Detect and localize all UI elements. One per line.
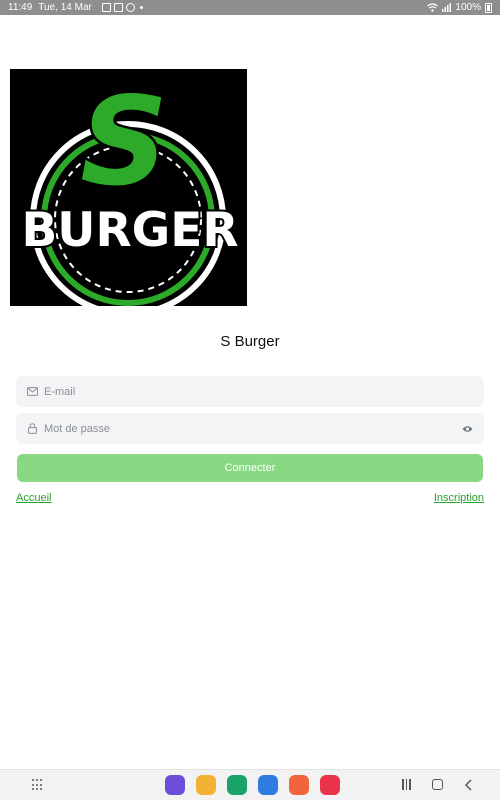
- lock-icon: [26, 423, 38, 435]
- password-field[interactable]: [16, 413, 484, 444]
- page-title: S Burger: [220, 333, 280, 350]
- camera-app-icon[interactable]: [320, 775, 340, 795]
- password-input[interactable]: [44, 422, 460, 435]
- status-date: Tue, 14 Mar: [38, 2, 92, 13]
- connect-button[interactable]: Connecter: [17, 454, 483, 482]
- notification-dot-icon: [139, 6, 143, 9]
- home-link[interactable]: Accueil: [16, 492, 51, 504]
- home-button-icon[interactable]: [432, 779, 443, 790]
- app-dock: [165, 775, 340, 795]
- messages-app-icon[interactable]: [258, 775, 278, 795]
- back-icon[interactable]: [463, 779, 475, 791]
- signal-icon: [442, 3, 452, 12]
- logo-letter: S: [80, 71, 168, 213]
- files-app-icon[interactable]: [196, 775, 216, 795]
- battery-icon: [485, 2, 492, 13]
- email-field[interactable]: [16, 376, 484, 407]
- contacts-app-icon[interactable]: [289, 775, 309, 795]
- status-bar: 11:49 Tue, 14 Mar 100%: [0, 0, 500, 15]
- app-logo: S BURGER: [10, 69, 247, 306]
- phone-app-icon[interactable]: [227, 775, 247, 795]
- email-input[interactable]: [44, 385, 474, 398]
- mail-icon: [26, 386, 38, 398]
- recents-icon[interactable]: [402, 779, 411, 790]
- status-time: 11:49: [8, 2, 33, 13]
- eye-icon[interactable]: [460, 422, 474, 436]
- gallery-icon: [101, 3, 111, 12]
- navigation-bar: [0, 769, 500, 800]
- sync-icon: [125, 3, 135, 12]
- internet-app-icon[interactable]: [165, 775, 185, 795]
- nfc-icon: [113, 3, 123, 12]
- wifi-icon: [427, 3, 439, 12]
- signup-link[interactable]: Inscription: [434, 492, 484, 504]
- logo-word: BURGER: [21, 203, 238, 258]
- apps-grid-icon[interactable]: [32, 779, 44, 791]
- battery-percent: 100%: [455, 2, 481, 13]
